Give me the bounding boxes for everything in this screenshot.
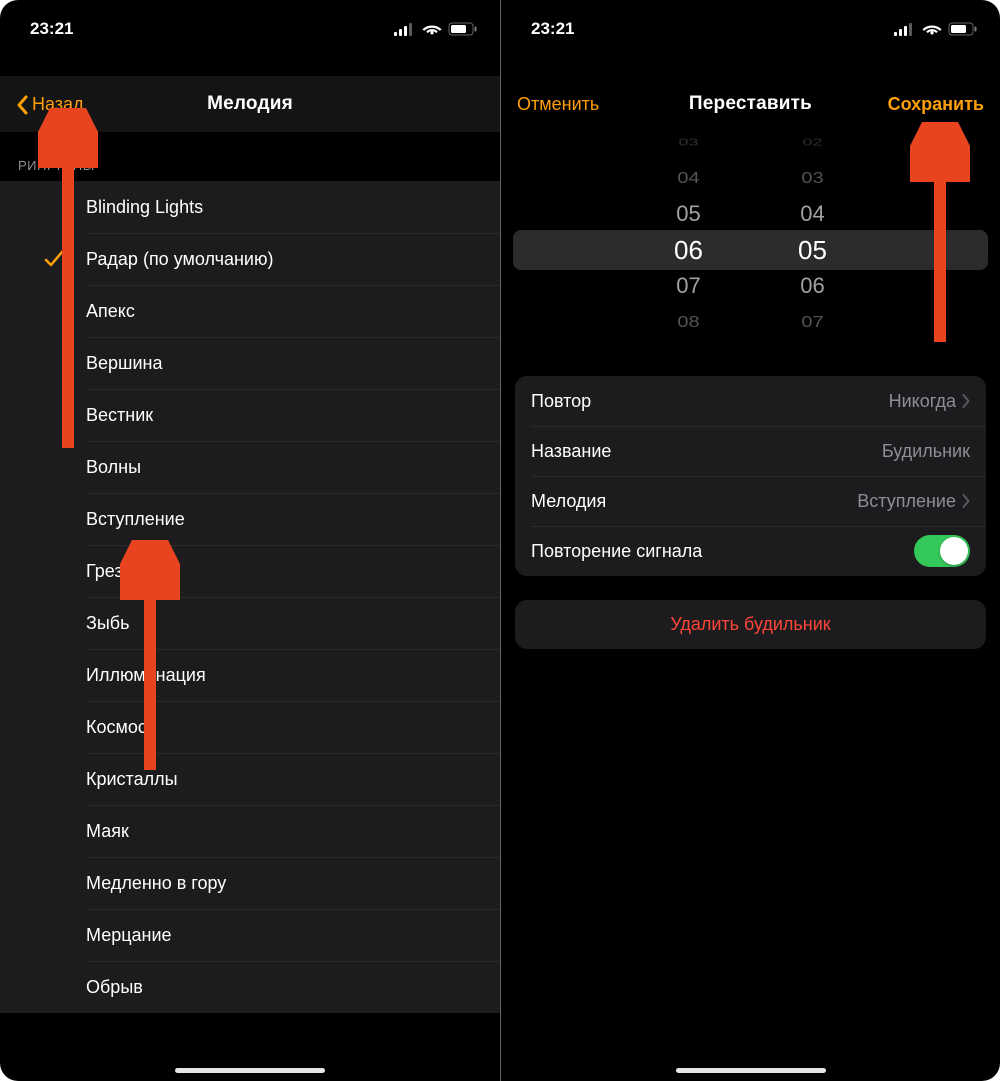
alarm-settings-group: Повтор Никогда Название Будильник Мелоди… bbox=[515, 376, 986, 576]
row-value: Будильник bbox=[882, 441, 970, 462]
ringtone-label: Грезы bbox=[86, 561, 136, 582]
row-snooze: Повторение сигнала bbox=[515, 526, 986, 576]
home-indicator[interactable] bbox=[175, 1068, 325, 1073]
ringtone-item[interactable]: Апекс bbox=[0, 285, 500, 337]
nav-bar: Отменить Переставить Сохранить bbox=[501, 76, 1000, 132]
page-title: Переставить bbox=[689, 93, 812, 115]
ringtone-label: Космос bbox=[86, 717, 147, 738]
status-bar: 23:21 bbox=[0, 0, 500, 44]
picker-item: 05 bbox=[773, 232, 853, 268]
page-title: Мелодия bbox=[207, 93, 293, 115]
ringtone-item[interactable]: Мерцание bbox=[0, 909, 500, 961]
ringtone-item[interactable]: Маяк bbox=[0, 805, 500, 857]
phone-right: 23:21 Отменить Переставить Сохранить 03 0… bbox=[500, 0, 1000, 1081]
picker-item: 06 bbox=[649, 232, 729, 268]
nav-bar: Назад Мелодия bbox=[0, 76, 500, 132]
ringtone-item[interactable]: Вестник bbox=[0, 389, 500, 441]
ringtone-label: Вестник bbox=[86, 405, 153, 426]
picker-item: 02 bbox=[773, 132, 853, 152]
status-icons bbox=[894, 22, 978, 36]
ringtone-label: Волны bbox=[86, 457, 141, 478]
row-label: Название bbox=[531, 441, 611, 462]
save-button[interactable]: Сохранить bbox=[888, 94, 984, 115]
ringtone-label: Кристаллы bbox=[86, 769, 178, 790]
picker-item: 04 bbox=[649, 164, 729, 193]
phone-left: 23:21 Назад Мелодия РИНГТОНЫ Blinding Li… bbox=[0, 0, 500, 1081]
chevron-left-icon bbox=[16, 95, 28, 115]
delete-alarm-button[interactable]: Удалить будильник bbox=[515, 600, 986, 649]
picker-item: 04 bbox=[773, 196, 853, 232]
battery-icon bbox=[448, 22, 478, 36]
home-indicator[interactable] bbox=[676, 1068, 826, 1073]
cellular-dual-icon bbox=[894, 22, 916, 36]
chevron-right-icon bbox=[962, 494, 970, 508]
time-picker[interactable]: 03040506070809 02030405060708 bbox=[501, 140, 1000, 360]
cellular-dual-icon bbox=[394, 22, 416, 36]
picker-minutes[interactable]: 02030405060708 bbox=[773, 124, 853, 344]
row-label: Повторение сигнала bbox=[531, 541, 702, 562]
ringtone-label: Вступление bbox=[86, 509, 185, 530]
wifi-icon bbox=[922, 22, 942, 36]
ringtone-item[interactable]: Blinding Lights bbox=[0, 181, 500, 233]
ringtone-label: Вершина bbox=[86, 353, 162, 374]
picker-item: 07 bbox=[649, 268, 729, 304]
status-time: 23:21 bbox=[30, 19, 73, 39]
ringtone-item[interactable]: Медленно в гору bbox=[0, 857, 500, 909]
ringtone-item[interactable]: Зыбь bbox=[0, 597, 500, 649]
picker-item: 07 bbox=[773, 308, 853, 337]
ringtone-label: Обрыв bbox=[86, 977, 143, 998]
row-name[interactable]: Название Будильник bbox=[515, 426, 986, 476]
wifi-icon bbox=[422, 22, 442, 36]
picker-item: 03 bbox=[773, 164, 853, 193]
ringtone-label: Маяк bbox=[86, 821, 129, 842]
ringtone-label: Blinding Lights bbox=[86, 197, 203, 218]
back-button[interactable]: Назад bbox=[16, 94, 84, 115]
ringtone-item[interactable]: Радар (по умолчанию) bbox=[0, 233, 500, 285]
status-icons bbox=[394, 22, 478, 36]
picker-item: 05 bbox=[649, 196, 729, 232]
ringtone-item[interactable]: Космос bbox=[0, 701, 500, 753]
ringtone-item[interactable]: Кристаллы bbox=[0, 753, 500, 805]
ringtone-item[interactable]: Обрыв bbox=[0, 961, 500, 1013]
chevron-right-icon bbox=[962, 394, 970, 408]
row-melody[interactable]: Мелодия Вступление bbox=[515, 476, 986, 526]
ringtone-label: Медленно в гору bbox=[86, 873, 226, 894]
row-value: Вступление bbox=[857, 491, 956, 512]
row-value: Никогда bbox=[889, 391, 956, 412]
status-time: 23:21 bbox=[531, 19, 574, 39]
battery-icon bbox=[948, 22, 978, 36]
picker-item: 03 bbox=[649, 132, 729, 152]
row-label: Мелодия bbox=[531, 491, 606, 512]
ringtone-item[interactable]: Вступление bbox=[0, 493, 500, 545]
back-label: Назад bbox=[32, 94, 84, 115]
snooze-toggle[interactable] bbox=[914, 535, 970, 567]
ringtone-label: Зыбь bbox=[86, 613, 130, 634]
ringtone-item[interactable]: Иллюминация bbox=[0, 649, 500, 701]
ringtone-label: Мерцание bbox=[86, 925, 172, 946]
row-label: Повтор bbox=[531, 391, 591, 412]
picker-item: 08 bbox=[649, 308, 729, 337]
status-bar: 23:21 bbox=[501, 0, 1000, 44]
ringtone-item[interactable]: Волны bbox=[0, 441, 500, 493]
picker-item: 06 bbox=[773, 268, 853, 304]
ringtone-list: Blinding Lights Радар (по умолчанию) Апекс… bbox=[0, 181, 500, 1013]
section-header-ringtones: РИНГТОНЫ bbox=[0, 132, 500, 181]
delete-group: Удалить будильник bbox=[515, 600, 986, 649]
ringtone-label: Иллюминация bbox=[86, 665, 206, 686]
ringtone-item[interactable]: Вершина bbox=[0, 337, 500, 389]
ringtone-item[interactable]: Грезы bbox=[0, 545, 500, 597]
row-repeat[interactable]: Повтор Никогда bbox=[515, 376, 986, 426]
ringtone-label: Радар (по умолчанию) bbox=[86, 249, 273, 270]
cancel-button[interactable]: Отменить bbox=[517, 94, 599, 115]
checkmark-icon bbox=[44, 250, 66, 268]
picker-hours[interactable]: 03040506070809 bbox=[649, 124, 729, 344]
ringtone-label: Апекс bbox=[86, 301, 135, 322]
